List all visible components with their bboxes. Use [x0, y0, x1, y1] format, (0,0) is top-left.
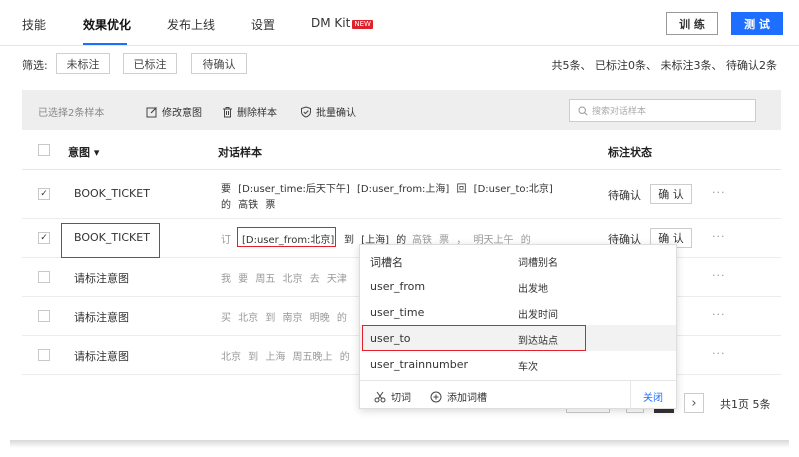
more-icon[interactable]: ···: [712, 308, 726, 321]
slot-name: user_from: [370, 280, 426, 293]
slot-name: user_trainnumber: [370, 358, 469, 371]
more-icon[interactable]: ···: [712, 347, 726, 360]
row-checkbox[interactable]: [38, 310, 50, 322]
selected-count: 已选择2条样本: [38, 108, 105, 119]
edit-intent-button[interactable]: 修改意图: [146, 104, 202, 119]
more-icon[interactable]: ···: [712, 186, 726, 199]
slot-option[interactable]: user_trainnumber 车次: [360, 351, 676, 377]
add-slot-label: 添加词槽: [447, 393, 487, 404]
batch-confirm-button[interactable]: 批量确认: [300, 104, 356, 119]
row-sample: 买 北京 到 南京 明晚 的: [221, 313, 347, 324]
row-status: 待确认: [608, 189, 641, 202]
delete-samples-label: 删除样本: [237, 108, 277, 119]
row-sample-line2: 的 高铁 票: [221, 200, 276, 211]
filter-unlabeled[interactable]: 未标注: [56, 53, 110, 74]
slot-option[interactable]: user_from 出发地: [360, 273, 676, 299]
more-icon[interactable]: ···: [712, 230, 726, 243]
tab-skills[interactable]: 技能: [22, 16, 46, 33]
test-button[interactable]: 测 试: [731, 12, 783, 35]
frame-shadow: [10, 440, 789, 448]
row-sample: 北京 到 上海 周五晚上 的: [221, 352, 350, 363]
filter-labeled[interactable]: 已标注: [123, 53, 177, 74]
row-intent[interactable]: 请标注意图: [74, 270, 129, 286]
row-sample-line1: 要 [D:user_time:后天下午] [D:user_from:上海] 回 …: [221, 184, 553, 195]
slot-alias: 车次: [518, 362, 538, 373]
row-checkbox[interactable]: [38, 271, 50, 283]
train-button[interactable]: 训 练: [666, 12, 718, 35]
add-slot-button[interactable]: 添加词槽: [430, 389, 487, 404]
row-sample-prefix: 订: [221, 235, 231, 246]
cut-word-button[interactable]: 切词: [374, 389, 411, 404]
slot-name: user_time: [370, 306, 425, 319]
delete-samples-button[interactable]: 删除样本: [222, 104, 277, 119]
tab-optimize[interactable]: 效果优化: [83, 16, 131, 33]
slot-option-highlight-box: [362, 325, 586, 351]
top-nav: 技能 效果优化 发布上线 设置 DM Kit NEW 训 练 测 试: [0, 0, 799, 46]
plus-circle-icon: [430, 391, 442, 402]
close-button[interactable]: 关闭: [643, 389, 663, 404]
cut-word-label: 切词: [391, 393, 411, 404]
edit-intent-label: 修改意图: [162, 108, 202, 119]
search-icon: [578, 105, 588, 116]
tab-dmkit[interactable]: DM Kit NEW: [311, 16, 373, 30]
select-all-checkbox[interactable]: [38, 144, 50, 156]
row-checkbox[interactable]: ✓: [38, 188, 50, 200]
row-sample: 我 要 周五 北京 去 天津: [221, 274, 347, 285]
popup-footer: 切词 添加词槽 关闭: [360, 380, 676, 410]
edit-icon: [146, 106, 157, 117]
tab-dmkit-label: DM Kit: [311, 16, 351, 30]
popup-header: 词槽名 词槽别名: [360, 247, 676, 273]
search-input[interactable]: 搜索对话样本: [569, 99, 756, 122]
slot-alias: 出发时间: [518, 310, 558, 321]
search-placeholder: 搜索对话样本: [592, 107, 647, 117]
filter-pending[interactable]: 待确认: [191, 53, 247, 74]
slot-alias: 出发地: [518, 284, 548, 295]
slot-option[interactable]: user_time 出发时间: [360, 299, 676, 325]
count-summary: 共5条、 已标注0条、 未标注3条、 待确认2条: [551, 59, 777, 72]
table-header: 意图 ▾ 对话样本 标注状态: [22, 130, 781, 170]
footer-divider: [630, 381, 631, 410]
row-checkbox[interactable]: ✓: [38, 232, 50, 244]
intent-header[interactable]: 意图 ▾: [68, 144, 99, 160]
scissors-icon: [374, 391, 386, 402]
tab-settings[interactable]: 设置: [251, 16, 275, 33]
page-summary: 共1页 5条: [720, 398, 771, 411]
new-badge: NEW: [352, 20, 373, 29]
shield-check-icon: [301, 105, 311, 118]
batch-confirm-label: 批量确认: [316, 108, 356, 119]
tab-publish[interactable]: 发布上线: [167, 16, 215, 33]
sample-header: 对话样本: [218, 146, 262, 159]
filter-label: 筛选:: [22, 59, 48, 72]
active-tab-indicator: [83, 43, 127, 45]
table-row: ✓ BOOK_TICKET 要 [D:user_time:后天下午] [D:us…: [22, 170, 781, 219]
app-frame: 技能 效果优化 发布上线 设置 DM Kit NEW 训 练 测 试 筛选: 未标…: [0, 0, 799, 457]
confirm-button[interactable]: 确 认: [650, 184, 692, 204]
row-intent[interactable]: BOOK_TICKET: [74, 187, 150, 200]
row-checkbox[interactable]: [38, 349, 50, 361]
page-next-button[interactable]: ›: [684, 393, 704, 413]
more-icon[interactable]: ···: [712, 269, 726, 282]
intent-highlight: [61, 223, 160, 258]
row-intent[interactable]: 请标注意图: [74, 348, 129, 364]
row-intent[interactable]: 请标注意图: [74, 309, 129, 325]
slot-highlight: [237, 227, 336, 247]
slot-popup: 词槽名 词槽别名 user_from 出发地 user_time 出发时间 us…: [359, 244, 677, 410]
trash-icon: [223, 106, 232, 117]
status-header: 标注状态: [608, 146, 652, 159]
popup-col-alias: 词槽别名: [518, 258, 558, 269]
popup-col-name: 词槽名: [370, 256, 403, 269]
